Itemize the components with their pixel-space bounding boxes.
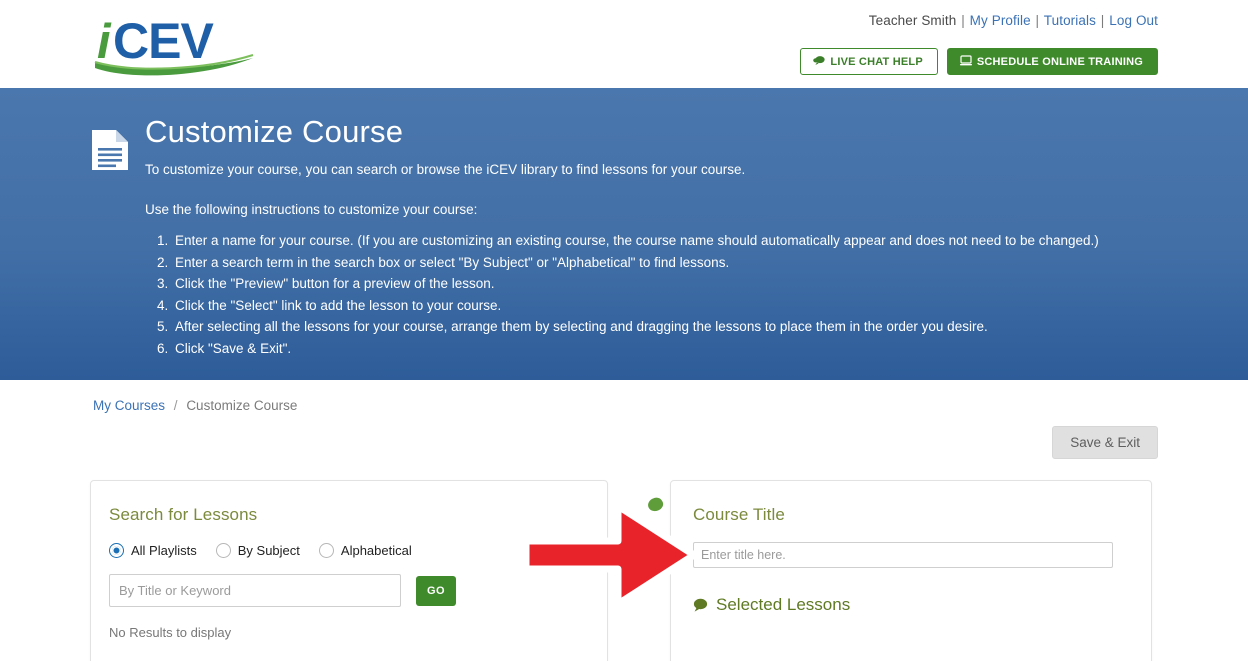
- radio-all-playlists[interactable]: All Playlists: [109, 543, 197, 558]
- instruction-step: Click the "Preview" button for a preview…: [172, 273, 1248, 295]
- radio-all-playlists-indicator[interactable]: [109, 543, 124, 558]
- monitor-icon: [959, 54, 972, 69]
- search-input[interactable]: [109, 574, 401, 607]
- breadcrumb-link-my-courses[interactable]: My Courses: [93, 398, 165, 413]
- speech-bubble-icon: [693, 598, 708, 612]
- radio-alphabetical[interactable]: Alphabetical: [318, 543, 412, 558]
- content-cards: Search for Lessons All Playlists By Subj…: [0, 480, 1248, 661]
- nav-separator-1: |: [961, 13, 965, 28]
- search-go-button[interactable]: GO: [416, 575, 456, 606]
- radio-by-subject[interactable]: By Subject: [215, 543, 300, 558]
- live-chat-help-label: LIVE CHAT HELP: [830, 55, 923, 68]
- svg-text:i: i: [97, 15, 112, 69]
- user-name: Teacher Smith: [868, 13, 957, 28]
- radio-by-subject-indicator[interactable]: [215, 543, 231, 558]
- nav-link-my-profile[interactable]: My Profile: [970, 13, 1031, 28]
- nav-separator-3: |: [1100, 13, 1105, 28]
- selected-lessons-label: Selected Lessons: [716, 595, 851, 614]
- instruction-step: After selecting all the lessons for your…: [172, 316, 1248, 338]
- instructions-list: Enter a name for your course. (If you ar…: [145, 230, 1248, 359]
- live-chat-help-button[interactable]: LIVE CHAT HELP: [800, 48, 938, 75]
- course-title-panel: Course Title Selected Lessons: [670, 480, 1152, 661]
- breadcrumb-current: Customize Course: [186, 398, 298, 413]
- breadcrumb: My Courses / Customize Course: [0, 380, 1248, 413]
- instruction-step: Click "Save & Exit".: [172, 338, 1248, 360]
- instruction-step: Click the "Select" link to add the lesso…: [172, 295, 1248, 317]
- document-icon: [90, 128, 130, 172]
- breadcrumb-separator: /: [173, 398, 178, 413]
- instruction-step: Enter a name for your course. (If you ar…: [172, 230, 1248, 252]
- radio-alphabetical-label: Alphabetical: [340, 543, 412, 558]
- svg-text:CEV: CEV: [113, 13, 214, 69]
- save-exit-button[interactable]: Save & Exit: [1052, 426, 1158, 459]
- nav-separator-2: |: [1035, 13, 1040, 28]
- search-mode-radio-group: All Playlists By Subject Alphabetical: [109, 543, 585, 558]
- nav-link-log-out[interactable]: Log Out: [1109, 13, 1158, 28]
- search-for-lessons-panel: Search for Lessons All Playlists By Subj…: [90, 480, 608, 661]
- page-subtitle: To customize your course, you can search…: [145, 162, 746, 177]
- schedule-online-training-button[interactable]: SCHEDULE ONLINE TRAINING: [946, 48, 1158, 75]
- save-exit-row: Save & Exit: [0, 426, 1248, 459]
- top-bar: i CEV Teacher Smith | My Profile | Tutor…: [0, 0, 1248, 88]
- radio-by-subject-label: By Subject: [237, 543, 300, 558]
- schedule-online-training-label: SCHEDULE ONLINE TRAINING: [976, 55, 1143, 68]
- radio-alphabetical-indicator[interactable]: [318, 543, 334, 558]
- instructions-lead-in: Use the following instructions to custom…: [145, 202, 478, 217]
- icev-logo[interactable]: i CEV: [93, 10, 258, 78]
- search-empty-state: No Results to display: [109, 625, 232, 640]
- radio-all-playlists-label: All Playlists: [131, 543, 197, 558]
- search-row: GO: [109, 574, 585, 607]
- selected-lessons-heading: Selected Lessons: [693, 595, 1129, 615]
- hero-banner: Customize Course To customize your cours…: [0, 88, 1248, 380]
- chat-bubble-icon: [813, 55, 826, 69]
- utility-nav: Teacher Smith | My Profile | Tutorials |…: [869, 13, 1158, 28]
- course-title-heading: Course Title: [693, 505, 785, 524]
- search-panel-heading: Search for Lessons: [109, 505, 258, 524]
- page-title: Customize Course: [145, 114, 404, 149]
- course-title-input[interactable]: [693, 542, 1113, 568]
- instruction-step: Enter a search term in the search box or…: [172, 252, 1248, 274]
- top-button-row: LIVE CHAT HELP SCHEDULE ONLINE TRAINING: [800, 48, 1158, 75]
- nav-link-tutorials[interactable]: Tutorials: [1044, 13, 1096, 28]
